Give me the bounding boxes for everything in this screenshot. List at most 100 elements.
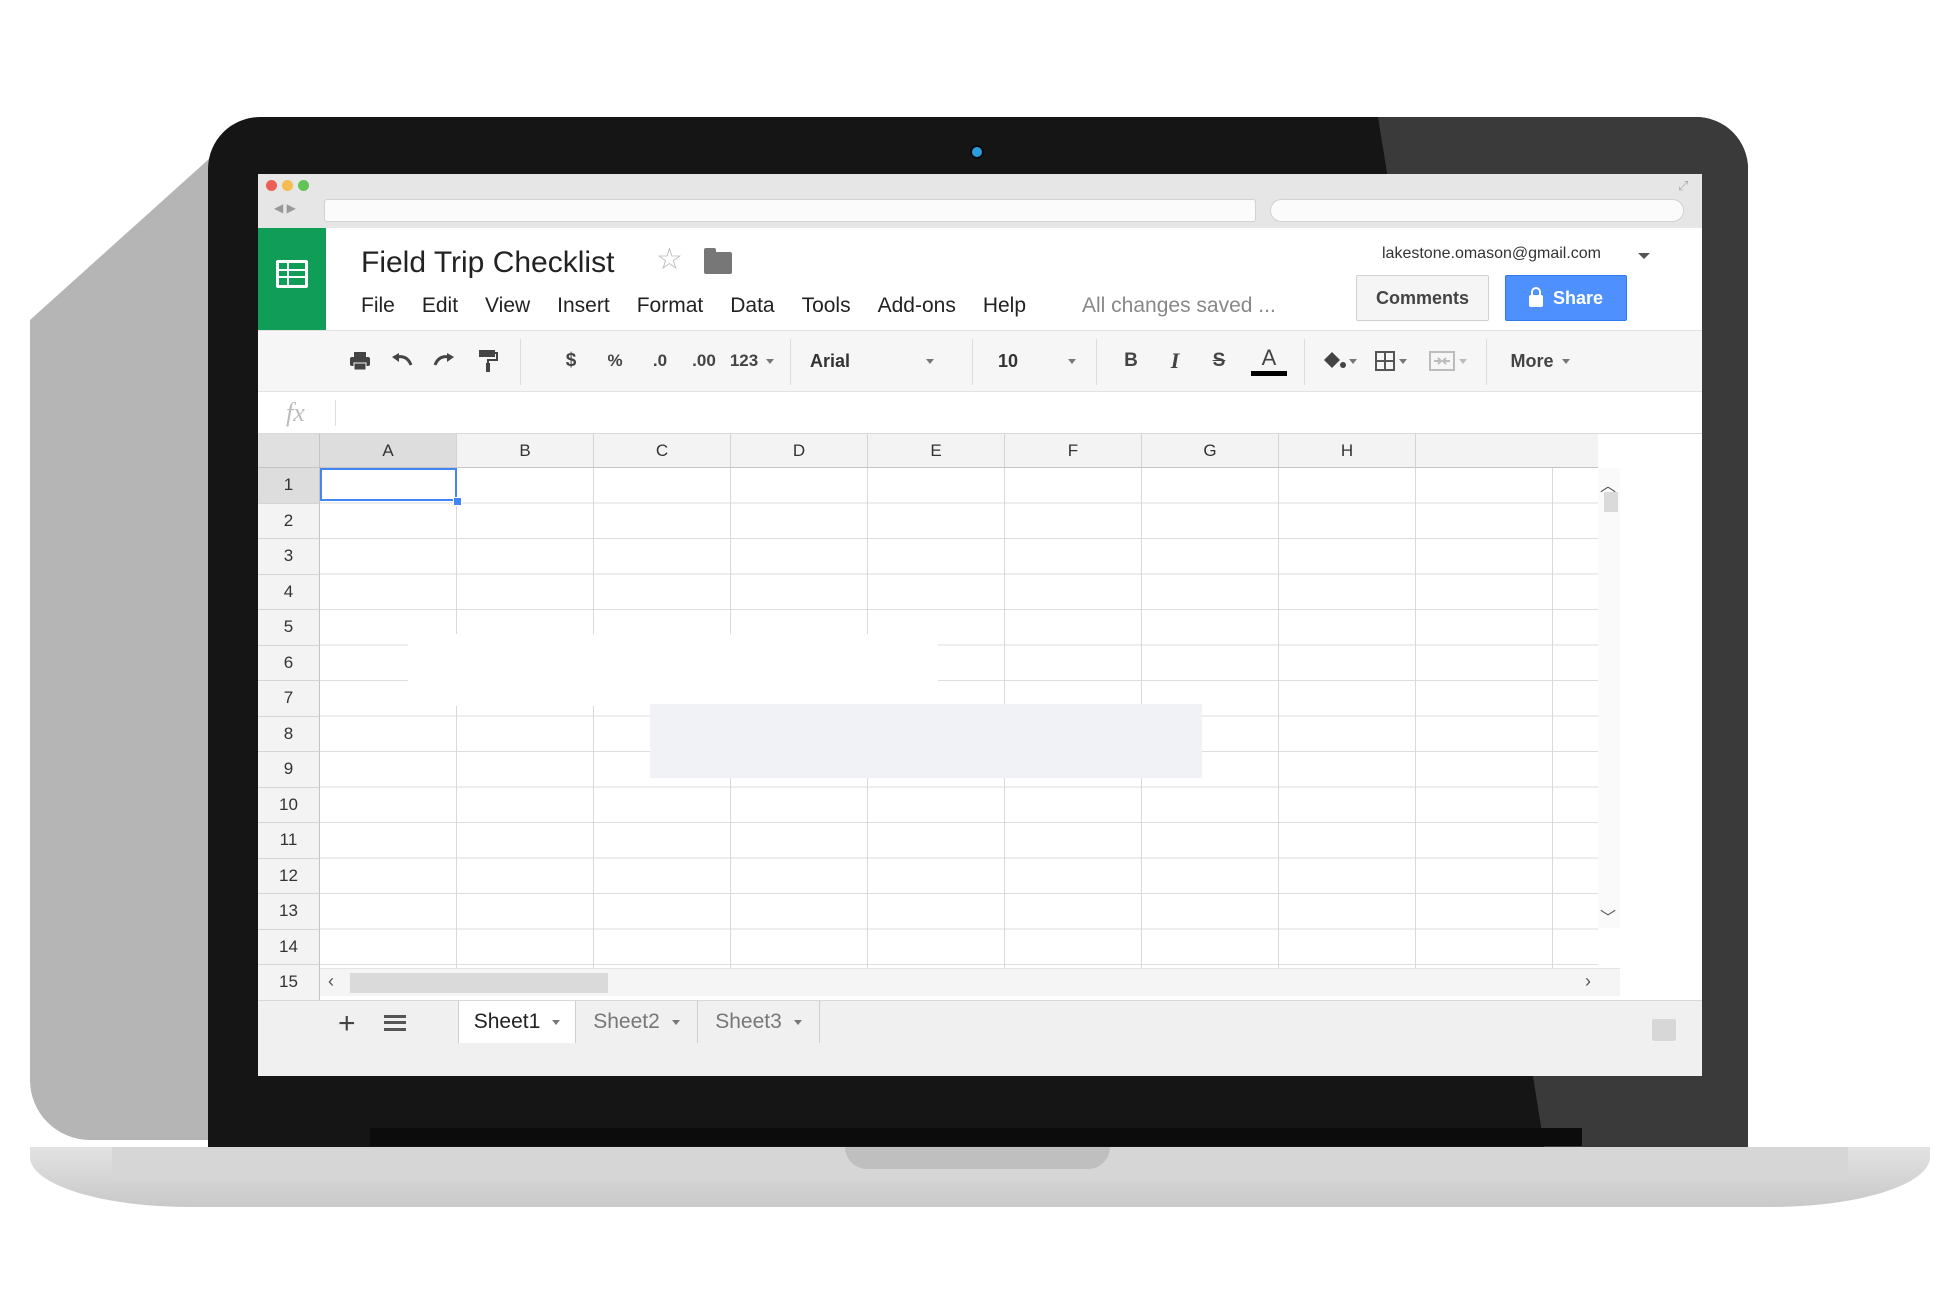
browser-chrome: ◀ ▶ ⤢ <box>258 174 1702 228</box>
sheet-tab-1[interactable]: Sheet1 <box>458 1001 576 1043</box>
row-header-6[interactable]: 6 <box>258 645 320 681</box>
column-header-h[interactable]: H <box>1279 434 1416 468</box>
scroll-down-icon[interactable]: ﹀ <box>1600 904 1616 928</box>
row-header-14[interactable]: 14 <box>258 929 320 965</box>
row-header-13[interactable]: 13 <box>258 894 320 930</box>
column-header-b[interactable]: B <box>457 434 594 468</box>
sheet-tab-3[interactable]: Sheet3 <box>698 1001 820 1043</box>
add-sheet-icon[interactable]: + <box>338 1007 356 1041</box>
menu-format[interactable]: Format <box>637 294 704 320</box>
row-header-5[interactable]: 5 <box>258 610 320 646</box>
fill-handle[interactable] <box>453 497 462 506</box>
paint-format-icon[interactable] <box>468 331 508 391</box>
toolbar-separator <box>972 339 973 385</box>
bold-button[interactable]: B <box>1114 331 1148 391</box>
explore-icon[interactable] <box>1652 1019 1676 1041</box>
comments-button[interactable]: Comments <box>1356 275 1489 321</box>
horizontal-scroll-thumb[interactable] <box>350 973 608 993</box>
percent-format-button[interactable]: % <box>600 331 630 391</box>
row-header-2[interactable]: 2 <box>258 503 320 539</box>
italic-button[interactable]: I <box>1158 331 1192 391</box>
laptop-shadow <box>30 140 230 1140</box>
column-header-a[interactable]: A <box>320 434 457 468</box>
borders-icon[interactable] <box>1368 331 1414 391</box>
row-header-3[interactable]: 3 <box>258 539 320 575</box>
sheet-tab-bar: + Sheet1 Sheet2 Sheet3 <box>258 1000 1702 1076</box>
chevron-down-icon[interactable] <box>552 1019 561 1025</box>
row-header-9[interactable]: 9 <box>258 752 320 788</box>
row-header-11[interactable]: 11 <box>258 823 320 859</box>
lock-icon <box>1528 287 1543 307</box>
chevron-down-icon[interactable] <box>671 1019 680 1025</box>
menu-view[interactable]: View <box>485 294 530 320</box>
star-icon[interactable]: ☆ <box>656 242 683 277</box>
browser-nav-arrows-icon[interactable]: ◀ ▶ <box>274 201 296 215</box>
menu-insert[interactable]: Insert <box>557 294 610 320</box>
folder-icon[interactable] <box>704 252 732 274</box>
increase-decimals-button[interactable]: .00 <box>684 331 724 391</box>
account-caret-icon[interactable] <box>1638 253 1650 259</box>
merge-icon[interactable] <box>1422 331 1474 391</box>
row-header-8[interactable]: 8 <box>258 716 320 752</box>
formula-input[interactable] <box>348 402 1648 424</box>
font-size-value: 10 <box>998 350 1019 371</box>
vertical-scrollbar[interactable] <box>1598 468 1620 928</box>
document-title[interactable]: Field Trip Checklist <box>361 246 614 280</box>
toolbar-separator <box>1096 339 1097 385</box>
active-cell-a1[interactable] <box>320 468 457 501</box>
account-email[interactable]: lakestone.omason@gmail.com <box>1382 245 1601 263</box>
more-button[interactable]: More <box>1500 331 1580 391</box>
toolbar-separator <box>520 339 521 385</box>
menu-addons[interactable]: Add-ons <box>878 294 956 320</box>
save-status: All changes saved ... <box>1082 294 1276 317</box>
menu-edit[interactable]: Edit <box>422 294 458 320</box>
menu-tools[interactable]: Tools <box>802 294 851 320</box>
menu-data[interactable]: Data <box>730 294 774 320</box>
sheet-tab-label: Sheet2 <box>593 1010 660 1033</box>
text-color-button[interactable]: A <box>1244 331 1294 391</box>
row-header-12[interactable]: 12 <box>258 858 320 894</box>
row-header-1[interactable]: 1 <box>258 468 320 504</box>
scroll-right-icon[interactable]: › <box>1585 971 1591 992</box>
share-button[interactable]: Share <box>1505 275 1627 321</box>
minimize-window-dot[interactable] <box>282 180 293 191</box>
print-icon[interactable] <box>340 331 380 391</box>
currency-format-button[interactable]: $ <box>556 331 586 391</box>
address-bar[interactable] <box>324 199 1256 222</box>
horizontal-scrollbar[interactable]: ‹ › <box>320 968 1620 996</box>
chevron-down-icon[interactable] <box>793 1019 802 1025</box>
strikethrough-button[interactable]: S <box>1202 331 1236 391</box>
row-header-7[interactable]: 7 <box>258 681 320 717</box>
column-header-overflow <box>1416 434 1598 468</box>
select-all-corner[interactable] <box>258 434 320 468</box>
font-size-select[interactable]: 10 <box>998 331 1088 391</box>
column-header-c[interactable]: C <box>594 434 731 468</box>
row-header-4[interactable]: 4 <box>258 574 320 610</box>
chevron-down-icon <box>1068 358 1077 364</box>
browser-search-bar[interactable] <box>1270 199 1684 222</box>
sheet-tab-2[interactable]: Sheet2 <box>576 1001 698 1043</box>
decrease-decimals-button[interactable]: .0 <box>642 331 678 391</box>
menu-help[interactable]: Help <box>983 294 1026 320</box>
more-formats-label: 123 <box>729 351 759 370</box>
expand-icon[interactable]: ⤢ <box>1678 178 1688 194</box>
scroll-up-icon[interactable]: ︿ <box>1600 472 1616 496</box>
screen: ◀ ▶ ⤢ Field Trip Checklist ☆ File Edit V… <box>258 174 1702 1076</box>
column-header-e[interactable]: E <box>868 434 1005 468</box>
column-header-g[interactable]: G <box>1142 434 1279 468</box>
font-family-select[interactable]: Arial <box>810 331 960 391</box>
column-header-d[interactable]: D <box>731 434 868 468</box>
toolbar-separator <box>790 339 791 385</box>
redo-icon[interactable] <box>424 331 464 391</box>
scroll-left-icon[interactable]: ‹ <box>328 971 334 992</box>
maximize-window-dot[interactable] <box>298 180 309 191</box>
column-header-f[interactable]: F <box>1005 434 1142 468</box>
sheet-tab-label: Sheet3 <box>715 1010 782 1033</box>
sheets-logo[interactable] <box>258 228 326 330</box>
fill-color-icon[interactable] <box>1314 331 1364 391</box>
close-window-dot[interactable] <box>266 180 277 191</box>
more-formats-button[interactable]: 123 <box>728 331 776 391</box>
row-header-10[interactable]: 10 <box>258 787 320 823</box>
undo-icon[interactable] <box>382 331 422 391</box>
menu-file[interactable]: File <box>361 294 395 320</box>
